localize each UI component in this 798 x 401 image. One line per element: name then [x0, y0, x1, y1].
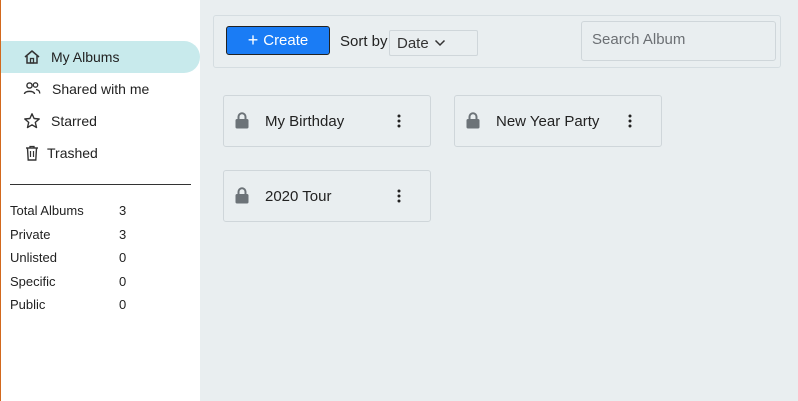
sidebar-item-my-albums[interactable]: My Albums: [1, 41, 200, 73]
album-name: New Year Party: [496, 113, 600, 130]
users-icon: [23, 82, 41, 95]
sidebar-item-label: Trashed: [47, 145, 98, 161]
more-vertical-icon[interactable]: [397, 114, 401, 128]
sidebar-divider: [10, 184, 191, 185]
album-card[interactable]: My Birthday: [223, 95, 431, 147]
album-card[interactable]: New Year Party: [454, 95, 662, 147]
lock-icon: [235, 112, 249, 129]
stat-value: 3: [119, 203, 127, 218]
album-name: My Birthday: [265, 113, 345, 130]
stat-label: Public: [10, 297, 46, 312]
stat-row-unlisted: Unlisted 0: [10, 247, 190, 271]
lock-icon: [466, 112, 480, 129]
star-icon: [24, 113, 40, 129]
album-name: 2020 Tour: [265, 188, 332, 205]
sidebar-item-shared[interactable]: Shared with me: [1, 73, 200, 105]
stat-value: 0: [119, 250, 127, 265]
plus-icon: +: [247, 29, 259, 50]
sidebar-item-label: Shared with me: [52, 81, 150, 97]
sidebar-item-starred[interactable]: Starred: [1, 105, 200, 137]
stat-row-public: Public 0: [10, 294, 190, 318]
stat-label: Private: [10, 226, 51, 242]
stat-label: Unlisted: [10, 250, 57, 265]
stat-value: 3: [119, 226, 127, 242]
sidebar-nav: My Albums Shared with me Starred Trashed: [1, 41, 200, 169]
stat-row-total: Total Albums 3: [10, 200, 190, 224]
create-button[interactable]: + Create: [226, 26, 330, 55]
search-box: [581, 21, 776, 61]
album-card[interactable]: 2020 Tour: [223, 170, 431, 222]
sidebar: My Albums Shared with me Starred Trashed…: [1, 0, 200, 401]
create-button-label: Create: [263, 32, 309, 49]
more-vertical-icon[interactable]: [628, 114, 632, 128]
stat-row-specific: Specific 0: [10, 271, 190, 295]
sort-by-label: Sort by: [340, 33, 388, 50]
more-vertical-icon[interactable]: [397, 189, 401, 203]
stat-row-private: Private 3: [10, 224, 190, 248]
home-icon: [24, 50, 40, 64]
stat-value: 0: [119, 297, 127, 312]
chevron-down-icon: [434, 39, 446, 47]
sort-select-value: Date: [397, 35, 429, 52]
main-content: + Create Sort by Date My Birthday New Ye…: [200, 0, 798, 401]
sidebar-item-trashed[interactable]: Trashed: [1, 137, 200, 169]
search-input[interactable]: [582, 22, 775, 60]
toolbar: + Create Sort by Date: [213, 15, 781, 68]
sort-select[interactable]: Date: [389, 30, 478, 56]
sidebar-item-label: My Albums: [51, 49, 120, 65]
stat-value: 0: [119, 273, 127, 289]
trash-icon: [26, 145, 38, 161]
stat-label: Total Albums: [10, 203, 84, 218]
stat-label: Specific: [10, 273, 56, 289]
lock-icon: [235, 187, 249, 204]
sidebar-item-label: Starred: [51, 113, 97, 129]
album-stats: Total Albums 3 Private 3 Unlisted 0 Spec…: [10, 200, 190, 318]
